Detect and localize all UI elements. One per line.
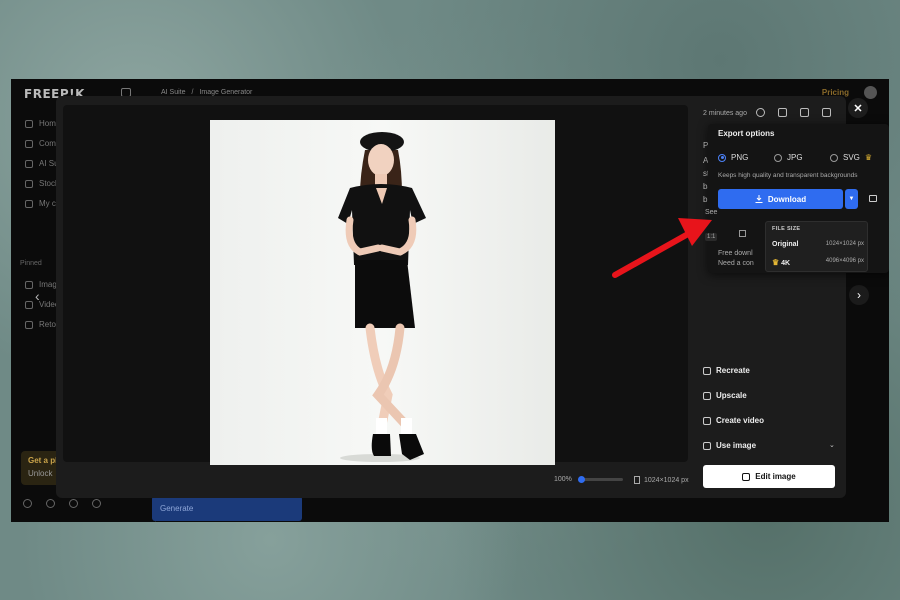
discord-icon[interactable] bbox=[46, 499, 55, 508]
crown-icon: ♛ bbox=[864, 153, 873, 162]
format-description: Keeps high quality and transparent backg… bbox=[718, 172, 858, 179]
crown-icon: ♛ bbox=[772, 258, 780, 267]
folder-icon[interactable] bbox=[778, 108, 787, 117]
retouch-icon bbox=[25, 320, 33, 329]
file-size-option-original[interactable]: Original 1024×1024 px bbox=[772, 241, 864, 248]
globe-icon bbox=[25, 139, 33, 148]
next-image-button[interactable]: › bbox=[849, 285, 869, 305]
image-icon bbox=[25, 280, 33, 289]
radio-icon bbox=[830, 153, 838, 162]
zoom-level: 100% bbox=[554, 476, 572, 483]
woman-photo-illustration bbox=[210, 120, 555, 465]
edit-icon bbox=[742, 472, 751, 481]
theme-icon[interactable] bbox=[69, 499, 78, 508]
file-size-option-4k[interactable]: ♛ 4K 4096×4096 px bbox=[772, 258, 864, 267]
avatar[interactable] bbox=[864, 86, 877, 99]
download-button[interactable]: Download bbox=[718, 189, 843, 209]
zoom-slider[interactable] bbox=[577, 476, 623, 483]
screen: FREEP!K AI Suite / Image Generator Prici… bbox=[11, 79, 889, 522]
close-modal-button[interactable]: ✕ bbox=[848, 98, 868, 118]
generated-image[interactable] bbox=[210, 120, 555, 465]
need-commercial-text: Need a con bbox=[718, 260, 754, 267]
image-dimensions: 1024×1024 px bbox=[634, 476, 689, 484]
file-size-title: FILE SIZE bbox=[772, 226, 801, 232]
panel-toolbar bbox=[756, 108, 831, 117]
zoom-slider-handle[interactable] bbox=[577, 476, 585, 483]
breadcrumb: AI Suite / Image Generator bbox=[161, 89, 252, 96]
notification-icon[interactable] bbox=[92, 499, 101, 508]
create-video-button[interactable]: Create video bbox=[703, 416, 764, 425]
radio-icon bbox=[774, 153, 782, 162]
aspect-ratio-badge: 1:1 bbox=[705, 233, 718, 241]
recreate-button[interactable]: Recreate bbox=[703, 366, 750, 375]
timestamp: 2 minutes ago bbox=[703, 110, 747, 117]
pinned-label: Pinned bbox=[20, 260, 42, 267]
breadcrumb-ai-suite[interactable]: AI Suite bbox=[161, 89, 186, 96]
search-icon bbox=[25, 179, 33, 188]
square-icon bbox=[739, 230, 746, 237]
image-preview bbox=[63, 105, 688, 465]
see-more-text: See bbox=[705, 209, 718, 216]
download-options-caret[interactable]: ▼ bbox=[845, 189, 858, 209]
bottom-icons bbox=[23, 499, 101, 508]
edit-image-button[interactable]: Edit image bbox=[703, 465, 835, 488]
format-svg-radio[interactable]: SVG ♛ bbox=[830, 153, 872, 162]
file-icon bbox=[634, 476, 640, 484]
trash-icon[interactable] bbox=[822, 108, 831, 117]
free-download-text: Free downl bbox=[718, 250, 753, 257]
export-options-title: Export options bbox=[718, 129, 775, 138]
image-icon bbox=[703, 441, 711, 450]
recreate-icon bbox=[703, 366, 711, 375]
zoom-control: 100% bbox=[554, 476, 623, 483]
format-png-radio[interactable]: PNG bbox=[718, 153, 748, 162]
sidebar-item-stock[interactable]: Stock bbox=[25, 179, 59, 188]
home-icon bbox=[25, 119, 33, 128]
video-icon bbox=[703, 416, 711, 425]
folder-icon bbox=[25, 199, 33, 208]
use-image-button[interactable]: Use image bbox=[703, 441, 756, 450]
open-external-icon[interactable] bbox=[869, 195, 877, 202]
video-icon bbox=[25, 300, 33, 309]
download-icon[interactable] bbox=[800, 108, 809, 117]
file-size-menu: FILE SIZE Original 1024×1024 px ♛ 4K 409… bbox=[765, 221, 868, 272]
radio-selected-icon bbox=[718, 153, 726, 162]
previous-arrow-icon[interactable]: ‹ bbox=[35, 288, 40, 304]
breadcrumb-image-generator[interactable]: Image Generator bbox=[199, 89, 252, 96]
format-jpg-radio[interactable]: JPG bbox=[774, 153, 803, 162]
generate-button[interactable]: Generate bbox=[152, 496, 302, 521]
breadcrumb-separator: / bbox=[191, 89, 194, 96]
upscale-button[interactable]: Upscale bbox=[703, 391, 747, 400]
globe-icon[interactable] bbox=[756, 108, 765, 117]
download-icon bbox=[755, 195, 763, 203]
upscale-icon bbox=[703, 391, 711, 400]
help-icon[interactable] bbox=[23, 499, 32, 508]
chevron-down-icon[interactable]: ⌄ bbox=[829, 441, 835, 449]
sparkle-icon bbox=[25, 159, 33, 168]
